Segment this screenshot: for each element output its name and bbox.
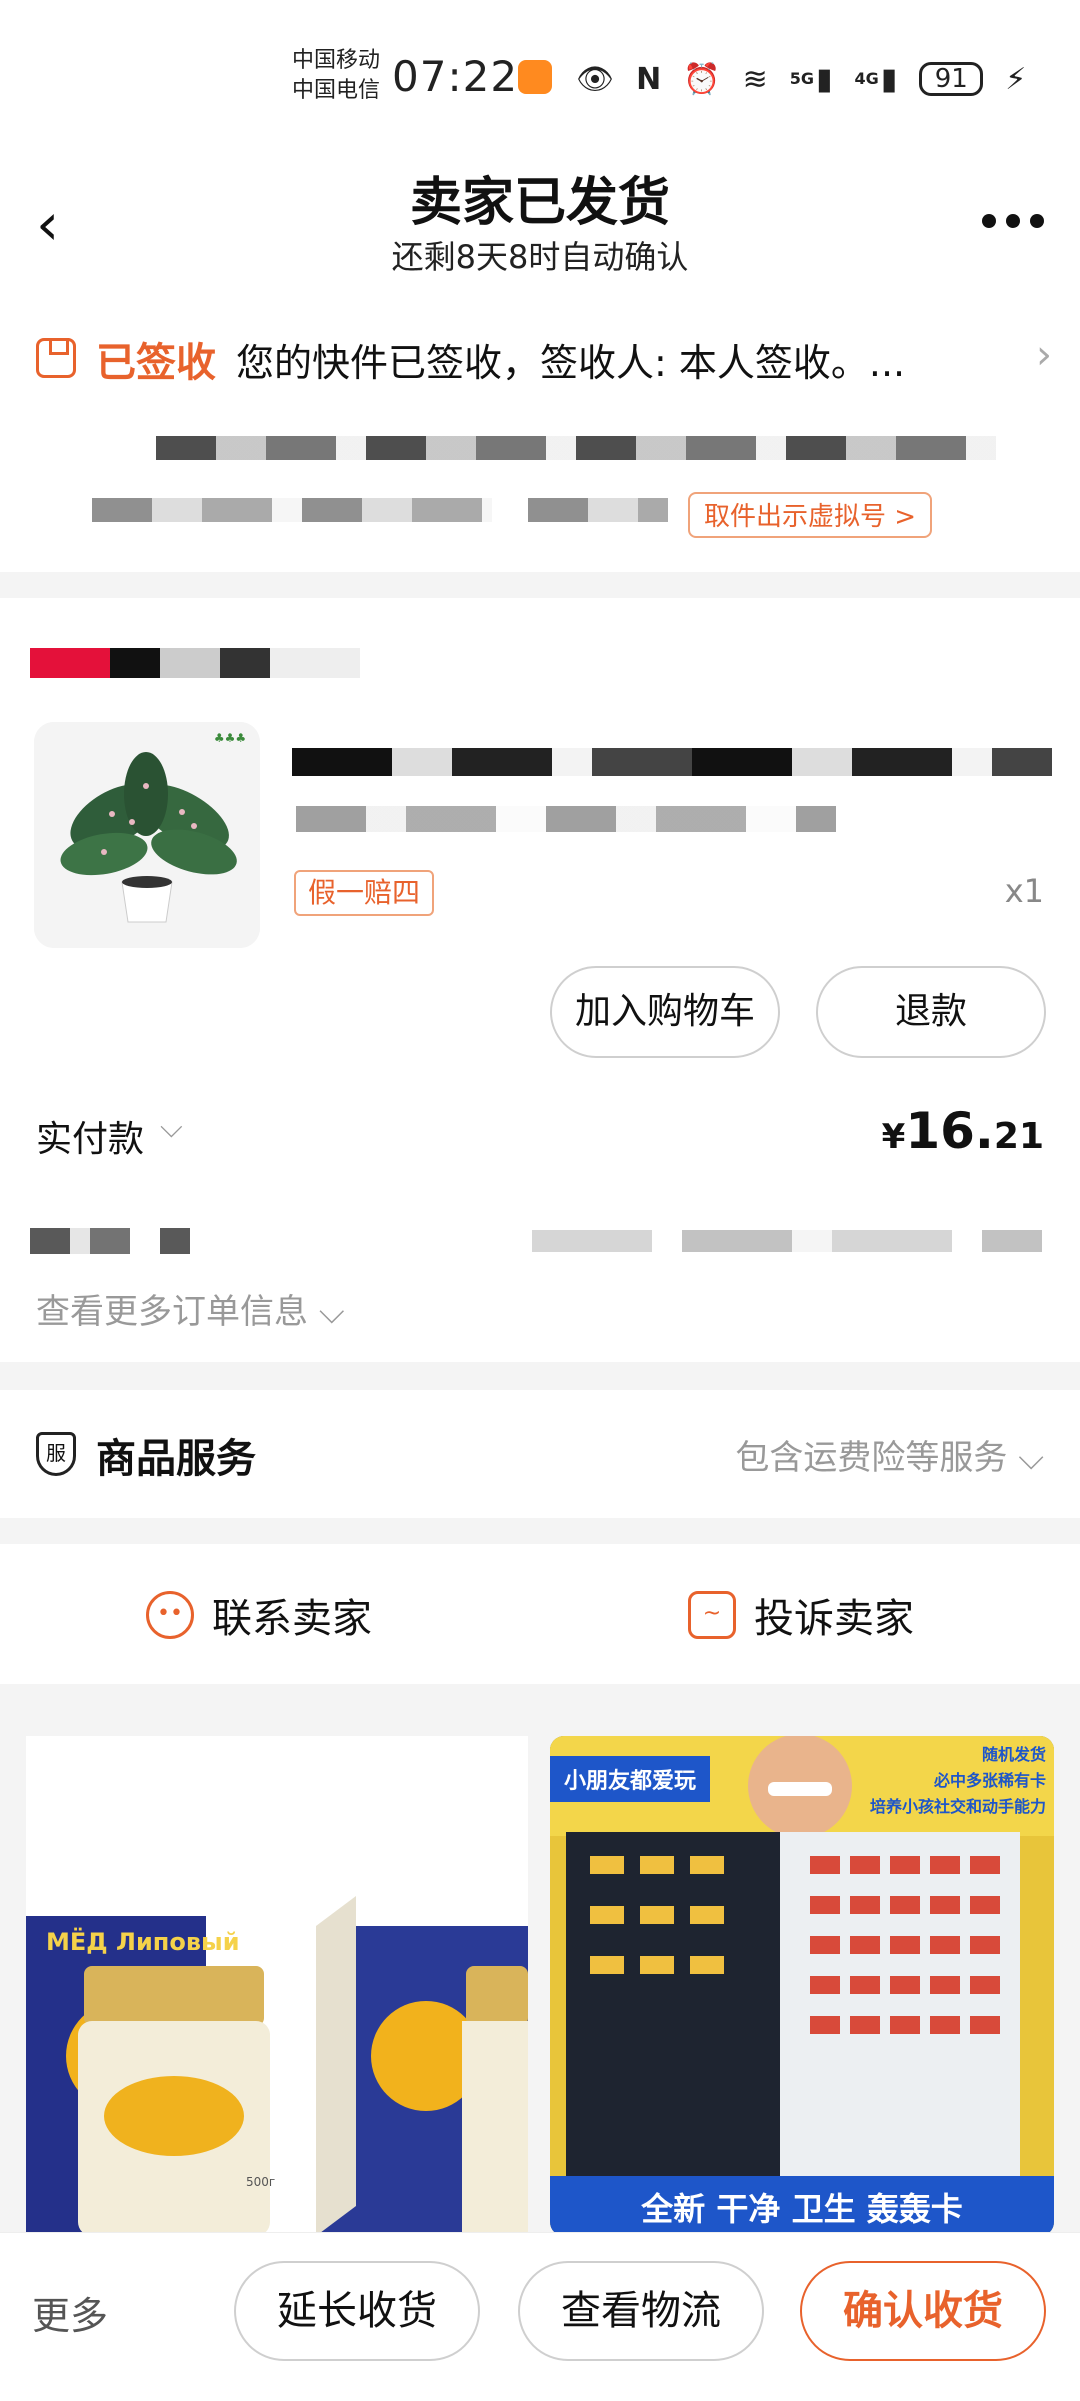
plant-image: ♣♣♣ [34,722,260,948]
eye-icon: 👁 [576,61,615,97]
system-icons: 👁 N ⏰ ≋ 5G ▮ 4G ▮ 91 ⚡ [576,54,1026,104]
product-service-row[interactable]: 服 商品服务 包含运费险等服务 ⌵ [0,1390,1080,1518]
status-bar: 中国移动 中国电信 07:22 👁 N ⏰ ≋ 5G ▮ 4G ▮ 91 ⚡ [0,0,1080,140]
order-card: ♣♣♣ 假一赔四 x1 加入购物车 退款 实付款 ⌵ ¥16.21 查看更多订单… [0,598,1080,1362]
service-description-text: 包含运费险等服务 [735,1438,1008,1478]
logistics-status: 已签收 [96,340,216,386]
product-thumbnail[interactable]: ♣♣♣ [34,722,260,948]
redacted-order-value [532,1230,1042,1252]
net-4g-label: 4G [854,69,879,88]
more-order-info-label: 查看更多订单信息 [36,1292,308,1332]
chevron-down-icon: ⌵ [1018,1438,1044,1478]
quantity: x1 [1004,872,1044,910]
battery-icon: 91 [919,62,984,96]
contact-row: •• 联系卖家 ~ 投诉卖家 [0,1544,1080,1684]
paid-amount-label[interactable]: 实付款 [36,1110,144,1162]
wifi-icon: ≋ [742,61,768,97]
clock: 07:22 [392,52,519,101]
more-options-icon[interactable] [982,214,1044,228]
redacted-order-label [30,1228,190,1254]
battery-level: 91 [934,64,968,94]
view-logistics-button[interactable]: 查看物流 [518,2261,764,2361]
banner-text: 小朋友都爱玩 [564,1769,696,1794]
alarm-icon: ⏰ [683,61,721,97]
complaint-icon: ~ [688,1591,736,1639]
refund-button[interactable]: 退款 [816,966,1046,1058]
bottom-banner-text: 全新 干净 卫生 轰轰卡 [640,2190,962,2228]
pickup-virtual-number-button[interactable]: 取件出示虚拟号 > [688,492,933,538]
promo-line-1: 随机发货 [982,1745,1046,1764]
nfc-icon: N [636,61,662,97]
paid-amount: ¥16.21 [882,1102,1044,1160]
svg-text:♣♣♣: ♣♣♣ [214,731,246,745]
guarantee-tag: 假一赔四 [294,870,435,916]
signal-5g-icon: 5G ▮ [789,61,833,97]
recommended-product-honey[interactable]: МЁД Липовый 500г [26,1736,528,2236]
carrier-1: 中国移动 [292,48,381,73]
logistics-card[interactable]: 已签收 您的快件已签收，签收人: 本人签收。... › 取件出示虚拟号 > [0,290,1080,572]
charging-icon: ⚡ [1005,61,1027,97]
app-notification-icon [518,60,552,94]
chevron-down-icon[interactable]: ⌵ [160,1110,183,1145]
more-actions-button[interactable]: 更多 [32,2285,108,2340]
service-title: 商品服务 [96,1436,256,1482]
more-order-info-link[interactable]: 查看更多订单信息 ⌵ [36,1284,345,1333]
chevron-down-icon: ⌵ [318,1292,345,1332]
currency-symbol: ¥ [881,1117,906,1157]
redacted-product-spec [296,806,836,832]
price-integer: 16. [905,1102,994,1160]
promo-line-3: 培养小孩社交和动手能力 [870,1797,1046,1816]
extend-receipt-button[interactable]: 延长收货 [234,2261,480,2361]
service-description: 包含运费险等服务 ⌵ [735,1430,1044,1479]
chat-face-icon: •• [146,1591,194,1639]
complain-seller-button[interactable]: ~ 投诉卖家 [688,1586,914,1644]
add-to-cart-button[interactable]: 加入购物车 [550,966,780,1058]
price-decimal: 21 [993,1116,1044,1157]
confirm-receipt-button[interactable]: 确认收货 [800,2261,1046,2361]
chevron-right-icon: › [1036,332,1052,378]
logistics-message: 您的快件已签收，签收人: 本人签收。... [236,341,906,385]
redacted-recipient [92,498,492,522]
nav-bar: ‹ 卖家已发货 还剩8天8时自动确认 [0,140,1080,290]
page-subtitle: 还剩8天8时自动确认 [391,238,689,276]
contact-seller-label: 联系卖家 [212,1596,372,1642]
carrier-2: 中国电信 [292,78,381,103]
package-icon [36,338,76,378]
redacted-address [156,436,996,460]
carrier-info: 中国移动 中国电信 [292,46,380,106]
signal-4g-icon: 4G ▮ [854,61,898,97]
redacted-product-title[interactable] [292,748,1052,776]
page-title: 卖家已发货 [409,173,670,233]
honey-brand-text: МЁД Липовый [46,1927,240,1956]
redacted-phone [528,498,668,522]
honey-product-image: МЁД Липовый 500г [26,1736,528,2236]
complain-seller-label: 投诉卖家 [754,1596,914,1642]
service-shield-icon: 服 [36,1432,76,1476]
contact-seller-button[interactable]: •• 联系卖家 [146,1586,372,1644]
net-5g-label: 5G [789,69,814,88]
redacted-store-name[interactable] [30,648,360,678]
honey-weight-text: 500г [246,2175,275,2189]
bottom-action-bar: 更多 延长收货 查看物流 确认收货 [0,2232,1080,2401]
recommended-product-cards[interactable]: 小朋友都爱玩 随机发货 必中多张稀有卡 培养小孩社交和动手能力 全新 干净 卫生… [550,1736,1054,2236]
promo-line-2: 必中多张稀有卡 [933,1771,1046,1790]
card-album-image: 小朋友都爱玩 随机发货 必中多张稀有卡 培养小孩社交和动手能力 全新 干净 卫生… [550,1736,1054,2236]
